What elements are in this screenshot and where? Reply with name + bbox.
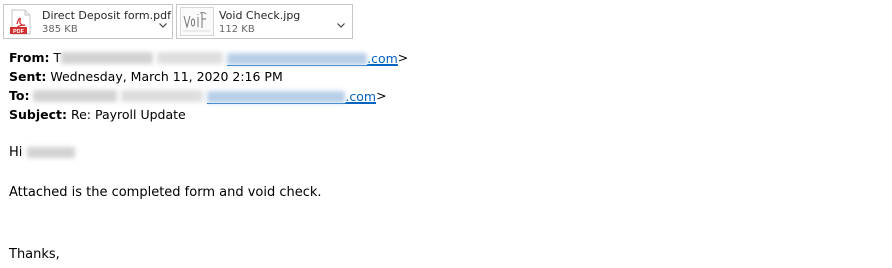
from-label: From: — [9, 50, 50, 65]
body-paragraph: Attached is the completed form and void … — [9, 185, 322, 200]
attachment-void-check-jpg[interactable]: Void Check.jpg 112 KB — [176, 4, 353, 39]
redacted-recipient-email — [207, 91, 346, 103]
signoff-line: Thanks, — [9, 247, 60, 262]
redacted-sender-email — [227, 53, 368, 65]
redacted-sender-name — [61, 52, 154, 64]
recipient-email-link[interactable]: .com — [207, 89, 377, 104]
to-close: > — [376, 88, 387, 103]
sender-email-suffix: .com — [367, 51, 398, 66]
attachment-name: Direct Deposit form.pdf — [42, 9, 171, 22]
attachment-size: 385 KB — [42, 24, 78, 35]
attachment-name: Void Check.jpg — [219, 9, 301, 22]
chevron-down-icon[interactable] — [158, 15, 168, 28]
redacted-recipient-detail — [121, 90, 204, 102]
to-label: To: — [9, 88, 30, 103]
subject-value: Re: Payroll Update — [70, 107, 186, 122]
redacted-recipient-name — [33, 90, 118, 102]
image-thumbnail-icon — [180, 7, 214, 36]
redacted-recipient-first-name — [26, 147, 75, 158]
from-name-prefix: T — [53, 50, 62, 65]
greeting-line: Hi — [9, 145, 75, 161]
from-close: > — [397, 50, 409, 65]
subject-label: Subject: — [9, 107, 67, 122]
sent-label: Sent: — [9, 69, 47, 84]
attachment-size: 112 KB — [219, 24, 255, 35]
chevron-down-icon[interactable] — [336, 15, 346, 28]
subject-line: Subject: Re: Payroll Update — [9, 105, 408, 124]
from-line: From: T .com> — [9, 48, 408, 67]
sender-email-link[interactable]: .com — [227, 52, 398, 66]
to-line: To: .com> — [9, 86, 408, 105]
recipient-email-suffix: .com — [345, 89, 377, 104]
sent-line: Sent: Wednesday, March 11, 2020 2:16 PM — [9, 67, 408, 86]
sent-value: Wednesday, March 11, 2020 2:16 PM — [50, 69, 283, 84]
redacted-sender-detail — [157, 52, 224, 64]
pdf-file-icon: PDF — [9, 9, 33, 35]
message-headers: From: T .com> Sent: Wednesday, March 11,… — [9, 48, 408, 124]
attachment-direct-deposit-pdf[interactable]: PDF Direct Deposit form.pdf 385 KB — [3, 4, 173, 39]
greeting-text: Hi — [9, 145, 23, 160]
pdf-badge-label: PDF — [13, 29, 25, 35]
